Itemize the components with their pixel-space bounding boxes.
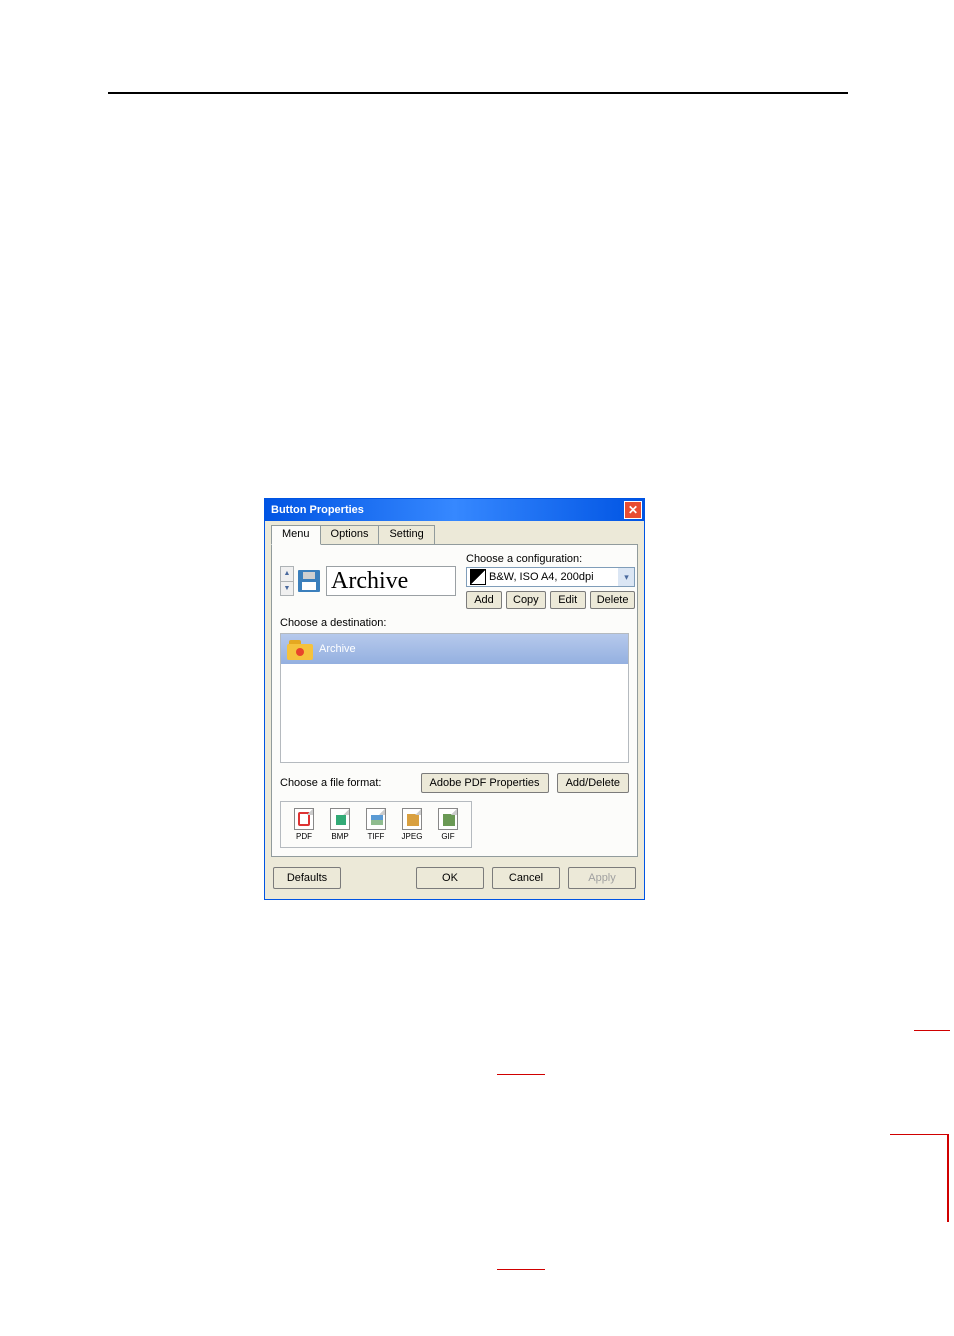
add-delete-button[interactable]: Add/Delete [557,773,629,793]
format-gif[interactable]: GIF [435,808,461,841]
tab-options[interactable]: Options [320,525,380,545]
list-item[interactable]: Archive [281,634,628,664]
button-number-spinner[interactable]: ▲ ▼ [280,566,294,596]
config-copy-button[interactable]: Copy [506,591,546,609]
dialog-body: Menu Options Setting ▲ ▼ Archive Choose … [265,521,644,899]
configuration-panel: Choose a configuration: B&W, ISO A4, 200… [466,553,635,609]
tiff-file-icon [366,808,386,830]
jpeg-file-icon [402,808,422,830]
format-bmp-label: BMP [331,832,348,841]
callout-line [497,1074,545,1075]
spinner-down-icon[interactable]: ▼ [281,582,293,596]
configuration-label: Choose a configuration: [466,553,635,565]
bmp-file-icon [330,808,350,830]
ok-button[interactable]: OK [416,867,484,889]
format-tiff[interactable]: TIFF [363,808,389,841]
folder-icon [287,638,313,660]
format-tiff-label: TIFF [368,832,385,841]
callout-line [497,1269,545,1270]
button-properties-dialog: Button Properties ✕ Menu Options Setting… [264,498,645,900]
file-format-label: Choose a file format: [280,777,382,789]
bw-mode-icon [470,569,486,585]
defaults-button[interactable]: Defaults [273,867,341,889]
gif-file-icon [438,808,458,830]
tab-menu[interactable]: Menu [271,525,321,545]
file-format-selector: PDF BMP TIFF JPEG GIF [280,801,472,848]
config-edit-button[interactable]: Edit [550,591,586,609]
destination-item-label: Archive [319,643,356,655]
configuration-selected-text: B&W, ISO A4, 200dpi [489,568,618,586]
format-gif-label: GIF [441,832,454,841]
configuration-dropdown[interactable]: B&W, ISO A4, 200dpi ▾ [466,567,635,587]
page-top-rule [108,92,848,94]
pdf-file-icon [294,808,314,830]
dialog-button-row: Defaults OK Cancel Apply [271,867,638,893]
floppy-disk-icon [296,567,322,595]
chevron-down-icon[interactable]: ▾ [618,568,634,586]
callout-line [914,1030,950,1031]
close-icon: ✕ [628,503,638,517]
apply-button[interactable]: Apply [568,867,636,889]
cancel-button[interactable]: Cancel [492,867,560,889]
dialog-title: Button Properties [271,504,364,516]
tabs-row: Menu Options Setting [271,525,638,545]
top-section: ▲ ▼ Archive Choose a configuration: B&W,… [280,553,629,609]
destination-listbox[interactable]: Archive [280,633,629,763]
config-add-button[interactable]: Add [466,591,502,609]
button-name-field[interactable]: Archive [326,566,456,596]
tab-setting[interactable]: Setting [378,525,434,545]
file-format-actions: Adobe PDF Properties Add/Delete [421,773,630,793]
callout-line [890,1134,948,1135]
spinner-up-icon[interactable]: ▲ [281,567,293,582]
destination-label: Choose a destination: [280,617,629,629]
format-pdf[interactable]: PDF [291,808,317,841]
format-pdf-label: PDF [296,832,312,841]
file-format-row: Choose a file format: Adobe PDF Properti… [280,773,629,793]
dialog-titlebar: Button Properties ✕ [265,499,644,521]
button-selector-area: ▲ ▼ Archive [280,553,456,609]
format-jpeg-label: JPEG [402,832,423,841]
callout-line [947,1134,949,1222]
config-delete-button[interactable]: Delete [590,591,636,609]
format-jpeg[interactable]: JPEG [399,808,425,841]
configuration-buttons: Add Copy Edit Delete [466,591,635,609]
format-bmp[interactable]: BMP [327,808,353,841]
close-button[interactable]: ✕ [624,501,642,519]
pdf-properties-button[interactable]: Adobe PDF Properties [421,773,549,793]
tab-panel-menu: ▲ ▼ Archive Choose a configuration: B&W,… [271,544,638,857]
